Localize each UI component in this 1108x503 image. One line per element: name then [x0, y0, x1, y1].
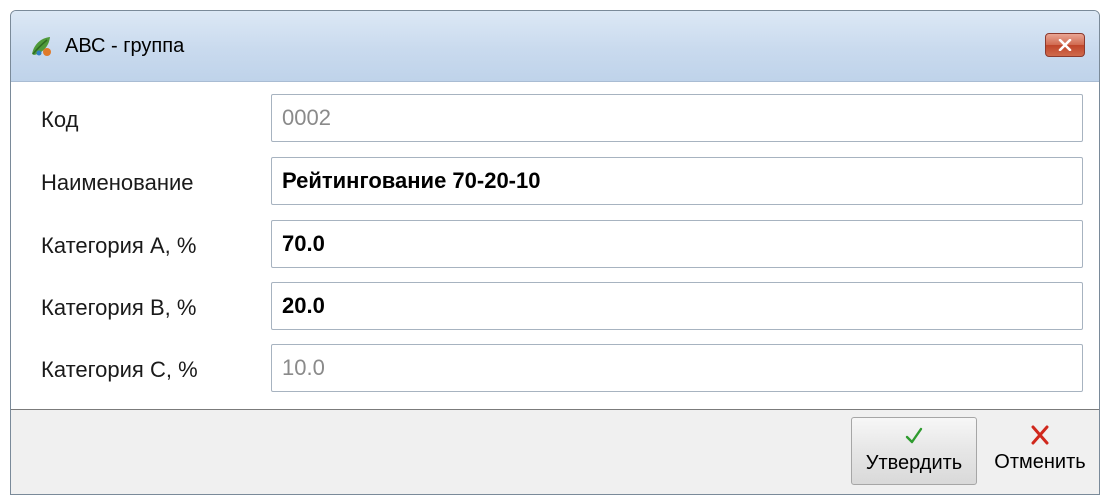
close-icon: [1058, 39, 1072, 51]
title-bar[interactable]: АВС - группа: [11, 11, 1099, 82]
label-category-c: Категория С, %: [41, 357, 198, 382]
window-title: АВС - группа: [65, 35, 185, 57]
cross-icon: [1031, 425, 1049, 445]
confirm-button-label: Утвердить: [865, 452, 963, 474]
cancel-button-label: Отменить: [994, 451, 1086, 473]
cancel-button[interactable]: Отменить: [981, 417, 1099, 485]
label-code: Код: [41, 107, 79, 132]
name-field[interactable]: Рейтингование 70-20-10: [271, 157, 1083, 205]
button-bar: Утвердить Отменить: [11, 410, 1099, 494]
category-a-field[interactable]: 70.0: [271, 220, 1083, 268]
category-b-field[interactable]: 20.0: [271, 282, 1083, 330]
confirm-button[interactable]: Утвердить: [851, 417, 977, 485]
close-button[interactable]: [1045, 33, 1085, 57]
category-c-field[interactable]: 10.0: [271, 344, 1083, 392]
dialog-window: АВС - группа Код 0002 Наименование Рейти…: [10, 10, 1100, 495]
form-area: Код 0002 Наименование Рейтингование 70-2…: [11, 82, 1099, 409]
label-name: Наименование: [41, 170, 194, 195]
checkmark-icon: [905, 427, 923, 444]
label-category-b: Категория В, %: [41, 295, 197, 320]
label-category-a: Категория А, %: [41, 233, 197, 258]
app-leaf-icon: [32, 37, 51, 56]
code-field[interactable]: 0002: [271, 94, 1083, 142]
